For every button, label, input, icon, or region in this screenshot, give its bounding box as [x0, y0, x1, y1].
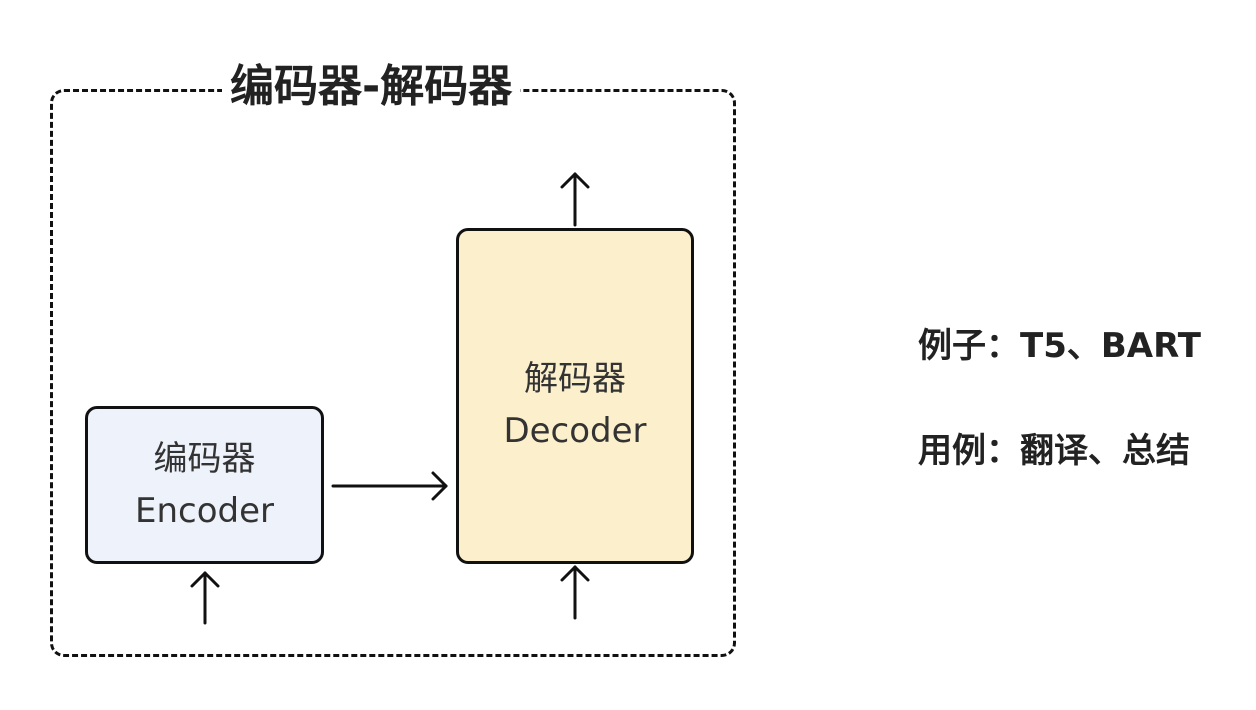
decoder-output-arrow [560, 172, 590, 227]
encoder-to-decoder-arrow [331, 471, 448, 501]
examples-note: 例子：T5、BART [918, 326, 1201, 366]
decoder-input-arrow [560, 565, 590, 620]
encoder-input-arrow [190, 571, 220, 625]
use-cases-note: 用例：翻译、总结 [918, 431, 1190, 471]
